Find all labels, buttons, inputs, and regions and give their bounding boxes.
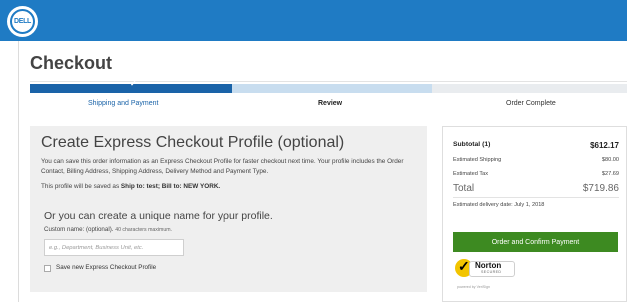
checkout-progress-bar: ✓ [30, 79, 627, 93]
tax-label: Estimated Tax [453, 171, 489, 177]
norton-secured-text: SECURED [481, 270, 502, 274]
title-divider [30, 81, 627, 82]
shipping-row: Estimated Shipping $80.00 [453, 157, 619, 163]
custom-name-label: Custom name: (optional). 40 characters m… [44, 226, 172, 233]
save-profile-checkbox[interactable] [44, 265, 51, 272]
progress-step-complete: ✓ [30, 79, 232, 93]
dell-logo-text: DELL [10, 9, 35, 34]
norton-checkmark-icon: ✓ [458, 258, 470, 274]
total-row: Total $719.86 [453, 183, 619, 194]
step-shipping-and-payment[interactable]: Shipping and Payment [88, 100, 158, 107]
custom-name-input[interactable] [44, 239, 184, 256]
profile-saved-as-text: This profile will be saved as Ship to: t… [41, 183, 220, 190]
tax-value: $27.69 [601, 171, 619, 177]
norton-secured-seal-icon[interactable]: ✓ Norton SECURED powered by VeriSign [455, 257, 517, 293]
checkmark-icon: ✓ [130, 79, 137, 88]
norton-powered-by: powered by VeriSign [457, 285, 490, 289]
express-checkout-description: You can save this order information as a… [41, 158, 404, 175]
norton-name: Norton [475, 261, 502, 270]
page-left-border [18, 41, 19, 302]
express-checkout-title: Create Express Checkout Profile (optiona… [41, 134, 345, 151]
estimated-delivery-date: Estimated delivery date: July 1, 2018 [453, 202, 545, 208]
step-review: Review [318, 100, 343, 107]
step-order-complete: Order Complete [506, 100, 556, 107]
total-label: Total [453, 183, 475, 194]
shipping-value: $80.00 [601, 157, 619, 163]
page-title: Checkout [30, 53, 113, 73]
saved-as-value: Ship to: test; Bill to: NEW YORK. [120, 183, 221, 190]
unique-name-heading: Or you can create a unique name for your… [44, 210, 273, 222]
total-value: $719.86 [582, 183, 619, 194]
order-and-confirm-payment-button[interactable]: Order and Confirm Payment [453, 232, 618, 252]
top-header-bar: DELL [0, 0, 627, 41]
subtotal-value: $612.17 [590, 141, 619, 150]
text-cursor-icon: I [223, 215, 226, 224]
summary-divider [453, 197, 619, 198]
saved-as-prefix: This profile will be saved as [41, 183, 121, 190]
tax-row: Estimated Tax $27.69 [453, 171, 619, 177]
custom-name-hint: 40 characters maximum. [115, 227, 172, 233]
shipping-label: Estimated Shipping [453, 157, 502, 163]
subtotal-row: Subtotal (1) $612.17 [453, 141, 619, 150]
progress-step-current [232, 84, 432, 93]
express-checkout-panel: Create Express Checkout Profile (optiona… [30, 126, 427, 292]
custom-name-label-text: Custom name: (optional). [44, 226, 114, 233]
save-profile-label[interactable]: Save new Express Checkout Profile [56, 264, 156, 271]
subtotal-label: Subtotal (1) [453, 141, 491, 148]
dell-logo-icon[interactable]: DELL [7, 6, 38, 37]
